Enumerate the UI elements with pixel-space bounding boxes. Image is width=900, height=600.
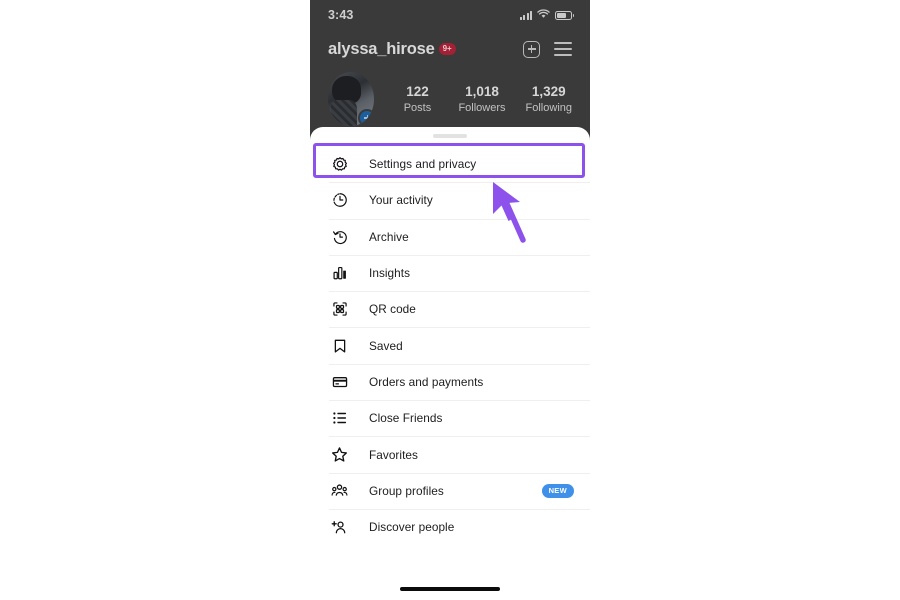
profile-stats: 122 Posts 1,018 Followers 1,329 Followin…	[396, 72, 572, 115]
menu-item-label: Orders and payments	[369, 374, 484, 389]
notification-badge: 9+	[438, 42, 456, 56]
dimmed-profile-backdrop: 3:43 alyssa_hirose 9+ 122 Posts 1,018 Fo…	[310, 0, 590, 140]
menu-item-group-profiles[interactable]: Group profiles NEW	[310, 472, 590, 509]
stat-value: 1,329	[531, 84, 566, 99]
profile-row: 122 Posts 1,018 Followers 1,329 Followin…	[310, 72, 590, 134]
list-icon	[329, 410, 350, 426]
menu-item-insights[interactable]: Insights	[310, 254, 590, 291]
new-badge: NEW	[541, 484, 574, 498]
menu-item-label: Discover people	[369, 520, 455, 535]
menu-item-label: Archive	[369, 229, 409, 244]
stat-label: Following	[525, 101, 572, 114]
status-bar: 3:43	[310, 0, 590, 30]
menu-item-your-activity[interactable]: Your activity	[310, 182, 590, 218]
menu-item-label: Saved	[369, 338, 403, 353]
stat-value: 122	[406, 84, 429, 99]
screenshot-canvas: 3:43 alyssa_hirose 9+ 122 Posts 1,018 Fo…	[0, 0, 900, 600]
stat-followers[interactable]: 1,018 Followers	[458, 84, 505, 115]
stat-value: 1,018	[465, 84, 499, 99]
menu-item-settings-and-privacy[interactable]: Settings and privacy	[310, 146, 590, 182]
username-row: alyssa_hirose 9+	[310, 32, 590, 66]
gear-icon	[329, 156, 350, 172]
bookmark-icon	[329, 338, 350, 354]
status-icons	[519, 6, 574, 24]
stat-label: Posts	[403, 101, 432, 114]
plus-square-icon[interactable]	[523, 40, 540, 58]
arrow-cursor	[493, 182, 526, 243]
status-time: 3:43	[328, 8, 354, 22]
menu-item-saved[interactable]: Saved	[310, 327, 590, 363]
menu-item-label: Your activity	[369, 193, 433, 208]
bottom-sheet: Settings and privacy Your activity Archi…	[310, 127, 590, 600]
header-actions	[523, 40, 572, 58]
qr-code-icon	[329, 301, 350, 317]
menu-item-label: Close Friends	[369, 411, 443, 426]
add-story-icon[interactable]	[358, 109, 375, 126]
hamburger-icon[interactable]	[554, 42, 572, 56]
signal-bars-icon	[519, 10, 532, 20]
menu-item-qr-code[interactable]: QR code	[310, 291, 590, 327]
menu-item-favorites[interactable]: Favorites	[310, 436, 590, 472]
star-icon	[329, 446, 350, 463]
add-person-icon	[329, 519, 350, 536]
stat-following[interactable]: 1,329 Following	[526, 84, 572, 115]
phone-frame: 3:43 alyssa_hirose 9+ 122 Posts 1,018 Fo…	[310, 0, 590, 600]
settings-menu-list: Settings and privacy Your activity Archi…	[310, 146, 590, 545]
menu-item-orders-and-payments[interactable]: Orders and payments	[310, 363, 590, 400]
credit-card-icon	[329, 374, 350, 390]
drag-handle[interactable]	[433, 134, 467, 138]
activity-clock-icon	[329, 192, 350, 208]
battery-icon	[555, 10, 574, 20]
wifi-icon	[537, 6, 550, 24]
avatar[interactable]	[328, 72, 375, 126]
menu-item-archive[interactable]: Archive	[310, 218, 590, 255]
menu-item-label: Insights	[369, 266, 411, 281]
stat-posts[interactable]: 122 Posts	[396, 84, 438, 115]
menu-item-label: Settings and privacy	[369, 157, 477, 172]
stat-label: Followers	[458, 101, 506, 114]
menu-item-label: Favorites	[369, 447, 418, 462]
menu-item-discover-people[interactable]: Discover people	[310, 508, 590, 545]
menu-item-label: Group profiles	[369, 483, 444, 498]
menu-item-label: QR code	[369, 302, 416, 317]
menu-item-close-friends[interactable]: Close Friends	[310, 400, 590, 436]
username-label[interactable]: alyssa_hirose	[328, 40, 435, 59]
group-people-icon	[329, 482, 350, 499]
home-indicator	[400, 587, 500, 591]
insights-bar-chart-icon	[329, 265, 350, 281]
archive-clock-icon	[329, 229, 350, 245]
